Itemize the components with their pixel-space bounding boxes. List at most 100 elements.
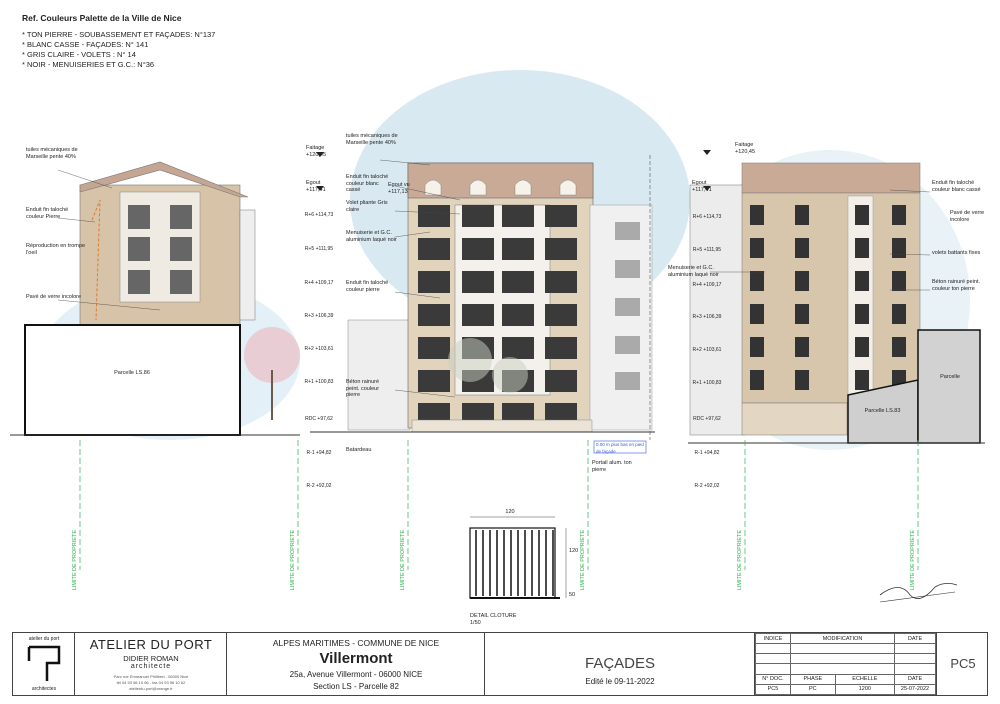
detail-dim-height: 120 (569, 548, 579, 554)
window (545, 337, 577, 359)
right-label-egout: Egout +117,41 (692, 180, 712, 193)
project-name: Villermont (319, 650, 393, 667)
detail-cloture-drawing (469, 516, 567, 599)
center-label-volet: Volet pliante Gris claire (346, 200, 388, 213)
center-label-menuiserie: Menuiserie et G.C. aluminium laqué noir (346, 230, 397, 243)
firm-name: ATELIER DU PORT (89, 637, 213, 652)
window (795, 238, 809, 258)
revision-table-cell: INDICE MODIFICATION DATE N° DOC. PHASE E… (755, 632, 937, 696)
window (892, 304, 906, 324)
limite-label: LIMITE DE PROPRIETE (400, 530, 406, 591)
doc-value: 25-07-2022 (894, 683, 936, 696)
window (855, 370, 869, 390)
window (545, 370, 577, 392)
window (795, 337, 809, 357)
right-label-faitage: Faitage +120,45 (735, 142, 756, 155)
center-label-batardeau: Batardeau (346, 447, 372, 453)
window (795, 370, 809, 390)
window (502, 205, 534, 227)
rev-header: INDICE (755, 632, 791, 645)
level-marker: R-1 +94,82 (306, 450, 332, 456)
level-marker: R+4 +109,17 (692, 282, 722, 288)
level-marker: R+3 +106,39 (304, 313, 334, 319)
level-marker: R-2 +92,02 (306, 483, 332, 489)
sheet-edited: Edité le 09-11-2022 (585, 677, 655, 686)
level-marker: R+4 +109,17 (304, 280, 334, 286)
sheet-code-cell: PC5 (937, 633, 989, 695)
window (795, 205, 809, 225)
right-label-pave: Pavé de verre incolore (950, 210, 985, 223)
window (502, 271, 534, 293)
level-marker: R+2 +103,61 (304, 346, 334, 352)
center-label-egout: Egout +117,41 (306, 180, 326, 193)
window (750, 271, 764, 291)
window (855, 271, 869, 291)
left-label-parcelle: Parcelle LS.86 (114, 370, 150, 376)
left-label-reproduction: Réproduction en trompe l'oeil (26, 243, 86, 256)
window (462, 271, 494, 293)
window (418, 271, 450, 293)
level-marker: R+1 +100,83 (304, 379, 334, 385)
window (795, 304, 809, 324)
level-marker: R+2 +103,61 (692, 347, 722, 353)
window (502, 304, 534, 326)
right-label-beton: Béton rainuré peint. couleur ton pierre (932, 279, 981, 292)
detail-scale: 1/50 (470, 620, 481, 626)
window (418, 370, 450, 392)
right-label-menuiserie: Menuiserie et G.C. aluminium laqué noir (668, 265, 719, 278)
window (418, 337, 450, 359)
architect-name: DIDIER ROMAN (123, 654, 179, 663)
firm-logo-icon (27, 645, 61, 681)
firm-logo-text: atelier du port (28, 636, 60, 642)
detail-dim-width: 120 (505, 509, 515, 515)
window (462, 238, 494, 260)
title-block: atelier du port architectes ATELIER DU P… (12, 632, 988, 696)
detail-title: DETAIL CLOTURE (470, 613, 517, 619)
project-cell: ALPES MARITIMES - COMMUNE DE NICE Viller… (227, 633, 485, 695)
window (502, 337, 534, 359)
window (855, 304, 869, 324)
window (750, 205, 764, 225)
firm-email: atelierdu.port@orange.fr (129, 686, 173, 691)
doc-header: DATE (894, 673, 936, 685)
elevations-drawing (10, 70, 985, 603)
window (462, 205, 494, 227)
rev-header: MODIFICATION (790, 632, 895, 645)
center-label-enduit1: Enduit fin taloché couleur blanc cassé (346, 174, 389, 193)
window (892, 238, 906, 258)
level-marker: R+5 +111,95 (304, 246, 334, 252)
level-marker: RDC +97,62 (693, 416, 721, 422)
level-marker: R+3 +106,39 (692, 314, 722, 320)
doc-header: N° DOC. (755, 673, 791, 685)
window (545, 304, 577, 326)
left-label-pave: Pavé de verre incolore (26, 294, 82, 300)
window (418, 304, 450, 326)
center-label-tuiles: tuiles mécaniques de Marseille pente 40% (346, 133, 398, 146)
level-marker: R-1 +94,82 (694, 450, 720, 456)
window (545, 205, 577, 227)
architect-role: architecte (130, 663, 172, 670)
window (750, 370, 764, 390)
center-blue-note: 0.00 m plus bas en pied de façade (596, 442, 644, 454)
window (855, 337, 869, 357)
window (750, 304, 764, 324)
window (855, 205, 869, 225)
window (502, 238, 534, 260)
project-section: Section LS - Parcelle 82 (313, 682, 399, 691)
limite-label: LIMITE DE PROPRIETE (290, 530, 296, 591)
level-marker: R+5 +111,95 (692, 247, 722, 253)
doc-header: PHASE (790, 673, 836, 685)
doc-value: PC5 (755, 683, 791, 696)
firm-logo-cell: atelier du port architectes (13, 633, 75, 695)
window (462, 304, 494, 326)
doc-header: ECHELLE (834, 673, 896, 685)
level-marker: R+6 +114,73 (304, 212, 334, 218)
right-label-parcelle-ls83: Parcelle LS.83 (864, 408, 901, 414)
window (545, 238, 577, 260)
sheet-title: FAÇADES (584, 655, 656, 672)
firm-logo-sub: architectes (31, 686, 57, 692)
window (892, 271, 906, 291)
center-label-egout-vu: Egout vu +117,13 (388, 182, 410, 195)
window (795, 271, 809, 291)
sheet-cell: FAÇADES Edité le 09-11-2022 (485, 633, 755, 695)
